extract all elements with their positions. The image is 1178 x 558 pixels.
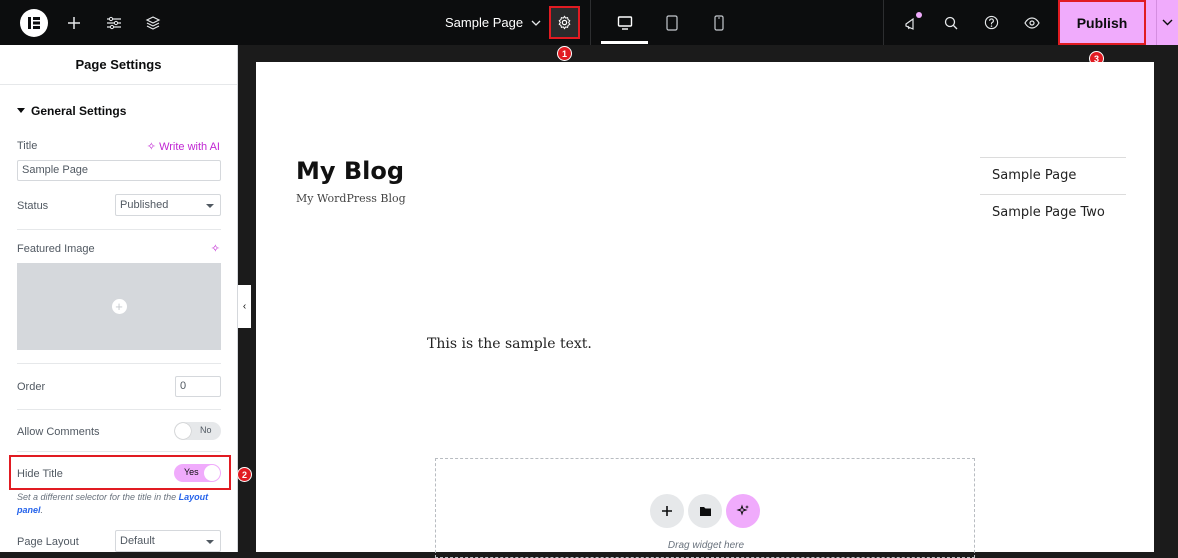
write-with-ai-button[interactable]: ✧ Write with AI xyxy=(147,140,220,153)
ai-sparkle-icon[interactable]: ✧ xyxy=(211,242,220,255)
collapse-panel-button[interactable]: ‹ xyxy=(238,285,251,328)
drop-zone-label: Drag widget here xyxy=(667,540,745,551)
site-tagline: My WordPress Blog xyxy=(296,192,406,205)
ai-sparkle-icon: ✧ xyxy=(146,141,156,153)
page-layout-value: Default xyxy=(120,535,155,547)
page-layout-select[interactable]: Default xyxy=(115,530,221,552)
toggle-knob xyxy=(204,465,220,481)
site-navigation: Sample Page Sample Page Two xyxy=(980,157,1126,231)
hide-title-help-text: Set a different selector for the title i… xyxy=(17,491,222,517)
status-select[interactable]: Published xyxy=(115,194,221,216)
divider xyxy=(17,229,221,230)
featured-image-label: Featured Image xyxy=(17,243,95,255)
hide-title-label: Hide Title xyxy=(17,468,63,480)
ai-generate-button[interactable] xyxy=(726,494,760,528)
publish-options-button[interactable] xyxy=(1156,0,1178,45)
site-title[interactable]: My Blog xyxy=(296,157,404,185)
mobile-view-icon[interactable] xyxy=(708,0,730,45)
page-name-label: Sample Page xyxy=(445,15,524,30)
step-badge-1: 1 xyxy=(557,46,572,61)
toggle-knob xyxy=(175,423,191,439)
toggle-state-label: No xyxy=(200,425,212,435)
page-layout-label: Page Layout xyxy=(17,536,79,548)
featured-image-picker[interactable]: + xyxy=(17,263,221,350)
general-settings-section[interactable]: General Settings xyxy=(17,104,126,118)
status-value: Published xyxy=(120,199,169,211)
search-icon[interactable] xyxy=(940,0,962,45)
toggle-state-label: Yes xyxy=(184,467,199,477)
page-settings-panel: Page Settings General Settings Title ✧ W… xyxy=(0,45,238,552)
add-template-button[interactable] xyxy=(688,494,722,528)
tablet-view-icon[interactable] xyxy=(660,0,684,45)
site-settings-icon[interactable] xyxy=(104,0,124,45)
divider xyxy=(17,409,221,410)
divider xyxy=(17,451,221,452)
preview-eye-icon[interactable] xyxy=(1021,0,1043,45)
active-device-indicator xyxy=(601,41,648,44)
canvas-scrollbar[interactable] xyxy=(1170,45,1178,552)
allow-comments-toggle[interactable]: No xyxy=(174,422,221,440)
top-bar: Sample Page 1 Publish 3 xyxy=(0,0,1178,66)
divider xyxy=(17,363,221,364)
divider xyxy=(590,0,591,45)
plus-icon: + xyxy=(111,299,127,314)
help-text: Set a different selector for the title i… xyxy=(17,492,179,502)
add-section-button[interactable] xyxy=(650,494,684,528)
help-icon[interactable] xyxy=(980,0,1002,45)
divider xyxy=(883,0,884,45)
step-badge-2: 2 xyxy=(237,467,252,482)
page-preview-canvas: My Blog My WordPress Blog Sample Page Sa… xyxy=(256,62,1154,558)
status-label: Status xyxy=(17,200,49,212)
caret-down-icon xyxy=(17,108,25,113)
notification-dot xyxy=(916,12,922,18)
panel-title: Page Settings xyxy=(0,45,237,85)
help-text-end: . xyxy=(40,505,44,515)
hide-title-toggle[interactable]: Yes xyxy=(174,464,221,482)
ai-sparkle-icon xyxy=(736,504,749,516)
folder-icon xyxy=(699,506,711,516)
chevron-down-icon xyxy=(1162,19,1173,26)
nav-item-sample-page-two[interactable]: Sample Page Two xyxy=(980,194,1126,231)
sample-text[interactable]: This is the sample text. xyxy=(427,336,592,352)
structure-layers-icon[interactable] xyxy=(143,0,163,45)
chevron-down-icon xyxy=(531,20,541,26)
title-label: Title xyxy=(17,140,38,152)
widget-drop-zone[interactable]: Drag widget here xyxy=(435,458,975,558)
add-element-icon[interactable] xyxy=(64,0,84,45)
desktop-view-icon[interactable] xyxy=(601,0,648,45)
plus-icon xyxy=(662,506,672,516)
allow-comments-label: Allow Comments xyxy=(17,426,100,438)
title-input[interactable]: Sample Page xyxy=(17,160,221,181)
page-name-dropdown[interactable]: Sample Page xyxy=(445,0,541,45)
whats-new-megaphone-icon[interactable] xyxy=(900,0,922,45)
chevron-left-icon: ‹ xyxy=(242,301,247,312)
caret-down-icon xyxy=(206,204,214,208)
publish-group: Publish xyxy=(1058,0,1178,45)
write-with-ai-label: Write with AI xyxy=(159,141,220,153)
order-input[interactable]: 0 xyxy=(175,376,221,397)
gear-icon xyxy=(558,15,571,30)
caret-down-icon xyxy=(206,540,214,544)
elementor-logo-icon[interactable] xyxy=(20,9,48,37)
publish-button[interactable]: Publish xyxy=(1058,0,1146,45)
nav-item-sample-page[interactable]: Sample Page xyxy=(980,157,1126,194)
section-title-label: General Settings xyxy=(31,104,127,118)
page-settings-button[interactable] xyxy=(549,6,580,39)
order-label: Order xyxy=(17,381,46,393)
